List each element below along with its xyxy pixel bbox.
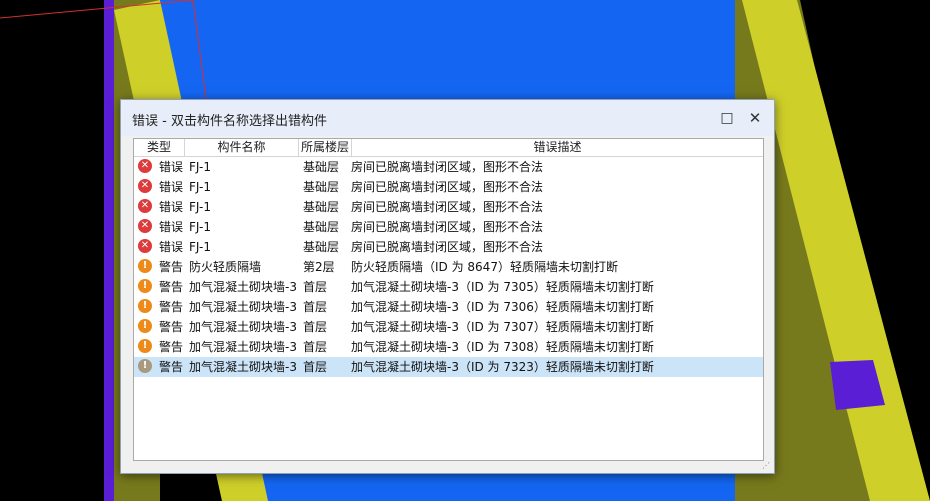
row-floor: 基础层 (303, 180, 340, 194)
row-floor: 首层 (303, 320, 328, 334)
row-type: 错误 (159, 160, 184, 174)
error-icon: ✕ (138, 219, 152, 233)
row-type: 错误 (159, 180, 184, 194)
row-type: 警告 (159, 360, 184, 374)
row-description: 房间已脱离墙封闭区域，图形不合法 (351, 160, 544, 174)
row-name[interactable]: FJ-1 (189, 157, 211, 177)
row-type: 错误 (159, 240, 184, 254)
row-description: 防火轻质隔墙（ID 为 8647）轻质隔墙未切割打断 (351, 260, 618, 274)
row-description: 房间已脱离墙封闭区域，图形不合法 (351, 180, 544, 194)
error-dialog: 错误 - 双击构件名称选择出错构件 □ ✕ 类型 构件名称 所属楼层 错误描述 … (120, 99, 775, 474)
row-floor: 首层 (303, 340, 328, 354)
error-icon: ✕ (138, 199, 152, 213)
row-name[interactable]: FJ-1 (189, 177, 211, 197)
table-row[interactable]: ! 警告 防火轻质隔墙 第2层 防火轻质隔墙（ID 为 8647）轻质隔墙未切割打断 (134, 257, 763, 277)
table-row[interactable]: ✕ 错误 FJ-1 基础层 房间已脱离墙封闭区域，图形不合法 (134, 237, 763, 257)
table-row[interactable]: ! 警告 加气混凝土砌块墙-3 首层 加气混凝土砌块墙-3（ID 为 7305）轻质隔墙… (134, 277, 763, 297)
row-description: 加气混凝土砌块墙-3（ID 为 7308）轻质隔墙未切割打断 (351, 340, 654, 354)
warning-icon: ! (138, 319, 152, 333)
row-type: 警告 (159, 320, 184, 334)
table-row[interactable]: ! 警告 加气混凝土砌块墙-3 首层 加气混凝土砌块墙-3（ID 为 7307）轻质隔墙… (134, 317, 763, 337)
column-header-floor[interactable]: 所属楼层 (299, 139, 352, 156)
row-description: 加气混凝土砌块墙-3（ID 为 7323）轻质隔墙未切割打断 (351, 360, 654, 374)
row-name[interactable]: 加气混凝土砌块墙-3 (189, 297, 297, 317)
column-header-description[interactable]: 错误描述 (352, 139, 763, 156)
row-name[interactable]: FJ-1 (189, 217, 211, 237)
error-icon: ✕ (138, 179, 152, 193)
row-type: 警告 (159, 280, 184, 294)
table-row[interactable]: ! 警告 加气混凝土砌块墙-3 首层 加气混凝土砌块墙-3（ID 为 7323）轻质隔墙… (134, 357, 763, 377)
error-icon: ✕ (138, 159, 152, 173)
row-floor: 首层 (303, 280, 328, 294)
row-floor: 第2层 (303, 260, 335, 274)
row-name[interactable]: 防火轻质隔墙 (189, 257, 261, 277)
table-row[interactable]: ✕ 错误 FJ-1 基础层 房间已脱离墙封闭区域，图形不合法 (134, 177, 763, 197)
row-type: 警告 (159, 300, 184, 314)
list-header: 类型 构件名称 所属楼层 错误描述 (134, 139, 763, 157)
warning-icon: ! (138, 279, 152, 293)
column-header-name[interactable]: 构件名称 (185, 139, 299, 156)
resize-grip-icon[interactable]: ⋰ (762, 461, 772, 471)
table-row[interactable]: ! 警告 加气混凝土砌块墙-3 首层 加气混凝土砌块墙-3（ID 为 7306）轻质隔墙… (134, 297, 763, 317)
warning-icon: ! (138, 259, 152, 273)
close-icon[interactable]: ✕ (743, 106, 767, 130)
row-floor: 基础层 (303, 240, 340, 254)
row-floor: 首层 (303, 300, 328, 314)
table-row[interactable]: ! 警告 加气混凝土砌块墙-3 首层 加气混凝土砌块墙-3（ID 为 7308）轻质隔墙… (134, 337, 763, 357)
purple-wall-left[interactable] (104, 0, 114, 501)
row-name[interactable]: 加气混凝土砌块墙-3 (189, 277, 297, 297)
dialog-titlebar[interactable]: 错误 - 双击构件名称选择出错构件 □ ✕ (121, 100, 774, 136)
dialog-title: 错误 - 双击构件名称选择出错构件 (132, 114, 327, 129)
warning-icon: ! (138, 299, 152, 313)
row-type: 错误 (159, 200, 184, 214)
row-name[interactable]: 加气混凝土砌块墙-3 (189, 337, 297, 357)
row-name[interactable]: FJ-1 (189, 197, 211, 217)
table-row[interactable]: ✕ 错误 FJ-1 基础层 房间已脱离墙封闭区域，图形不合法 (134, 157, 763, 177)
row-description: 加气混凝土砌块墙-3（ID 为 7305）轻质隔墙未切割打断 (351, 280, 654, 294)
column-header-type[interactable]: 类型 (134, 139, 185, 156)
warning-icon: ! (138, 339, 152, 353)
error-icon: ✕ (138, 239, 152, 253)
list-rows: ✕ 错误 FJ-1 基础层 房间已脱离墙封闭区域，图形不合法 ✕ 错误 FJ-1 基础层 房间已脱… (134, 157, 763, 377)
row-floor: 基础层 (303, 160, 340, 174)
row-description: 加气混凝土砌块墙-3（ID 为 7307）轻质隔墙未切割打断 (351, 320, 654, 334)
warning-icon: ! (138, 359, 152, 373)
maximize-icon[interactable]: □ (715, 106, 739, 130)
row-description: 房间已脱离墙封闭区域，图形不合法 (351, 240, 544, 254)
row-name[interactable]: 加气混凝土砌块墙-3 (189, 357, 297, 377)
row-description: 房间已脱离墙封闭区域，图形不合法 (351, 220, 544, 234)
row-floor: 基础层 (303, 200, 340, 214)
error-list[interactable]: 类型 构件名称 所属楼层 错误描述 ✕ 错误 FJ-1 基础层 房间已脱离墙封闭区域，图… (133, 138, 764, 461)
row-type: 警告 (159, 260, 184, 274)
row-name[interactable]: 加气混凝土砌块墙-3 (189, 317, 297, 337)
row-floor: 首层 (303, 360, 328, 374)
row-floor: 基础层 (303, 220, 340, 234)
row-type: 错误 (159, 220, 184, 234)
row-description: 加气混凝土砌块墙-3（ID 为 7306）轻质隔墙未切割打断 (351, 300, 654, 314)
row-name[interactable]: FJ-1 (189, 237, 211, 257)
table-row[interactable]: ✕ 错误 FJ-1 基础层 房间已脱离墙封闭区域，图形不合法 (134, 197, 763, 217)
row-description: 房间已脱离墙封闭区域，图形不合法 (351, 200, 544, 214)
table-row[interactable]: ✕ 错误 FJ-1 基础层 房间已脱离墙封闭区域，图形不合法 (134, 217, 763, 237)
row-type: 警告 (159, 340, 184, 354)
